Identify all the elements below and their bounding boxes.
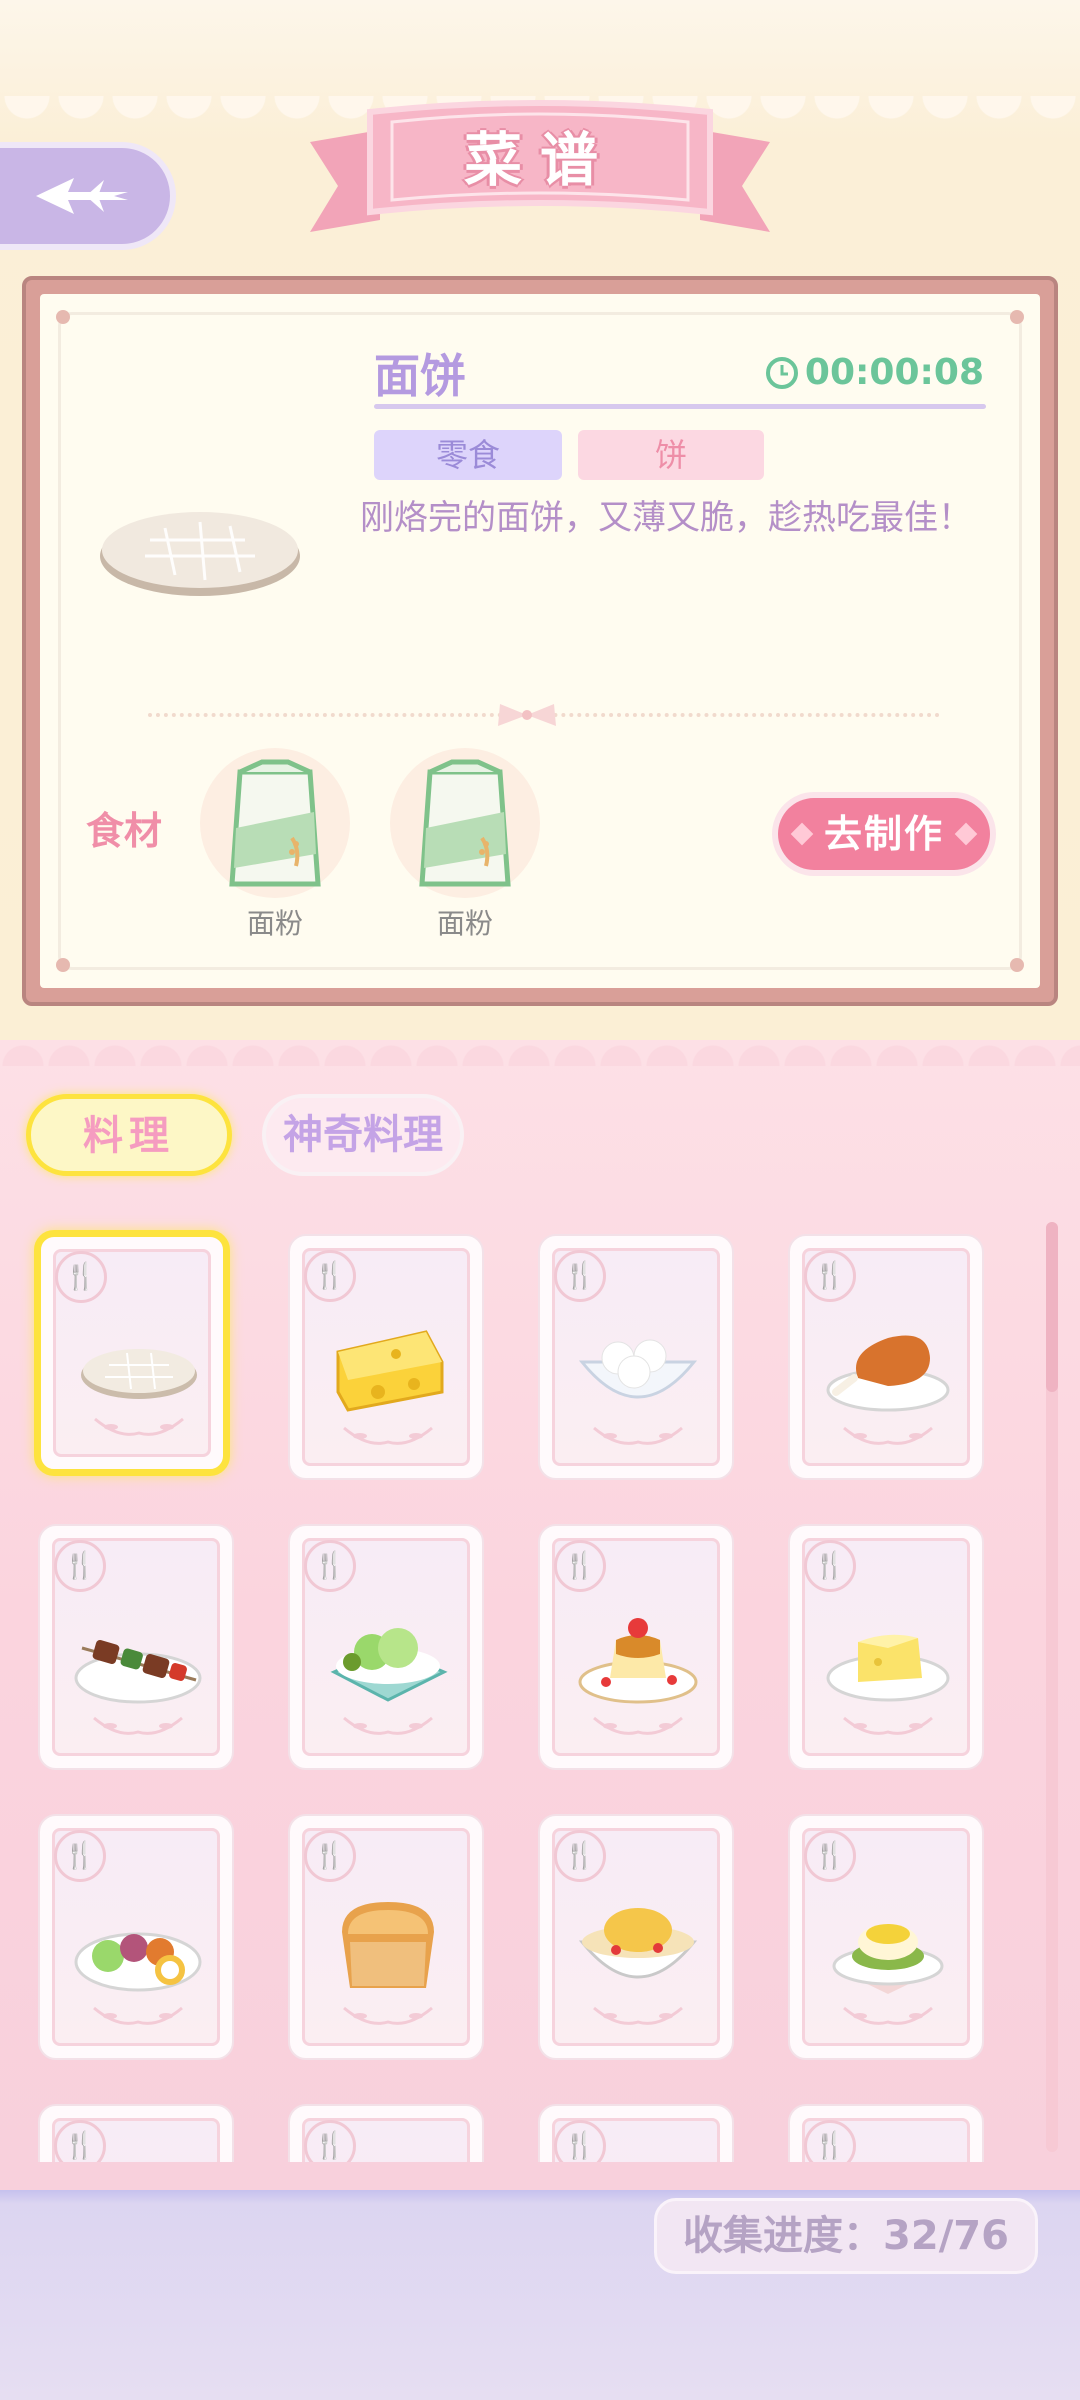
mixed-salad-icon — [74, 1932, 202, 1992]
recipe-card[interactable]: 🍴 — [538, 1814, 734, 2060]
cheese-icon — [336, 1330, 444, 1412]
dish-name: 面饼 — [374, 349, 466, 403]
laurel-icon — [593, 1426, 683, 1445]
make-button[interactable]: 去制作 — [778, 798, 990, 870]
recipe-card[interactable]: 🍴 — [288, 1234, 484, 1480]
laurel-icon — [593, 2006, 683, 2025]
tab-cuisine[interactable]: 料理 — [26, 1094, 232, 1176]
collection-progress: 收集进度：32/76 — [654, 2198, 1038, 2274]
clock-icon — [765, 356, 798, 389]
recipe-card[interactable]: 🍴 — [788, 1524, 984, 1770]
laurel-icon — [843, 1716, 933, 1735]
panel-corner-dot — [56, 310, 70, 324]
tab-magic-cuisine[interactable]: 神奇料理 — [262, 1094, 464, 1176]
flour-bag-icon — [419, 759, 511, 887]
recipe-card[interactable]: 🍴 — [538, 1524, 734, 1770]
laurel-icon — [93, 1716, 183, 1735]
panel-corner-dot — [56, 958, 70, 972]
recipe-card[interactable]: 🍴 — [38, 2104, 234, 2162]
laurel-icon — [843, 2006, 933, 2025]
recipe-card[interactable]: 🍴 — [288, 2104, 484, 2162]
ingredient-item[interactable]: 面粉 — [390, 748, 540, 948]
kebab-icon — [74, 1640, 202, 1704]
scrollbar-thumb[interactable] — [1046, 1222, 1058, 1392]
ingredient-item[interactable]: 面粉 — [200, 748, 350, 948]
recipe-grid: 🍴 🍴 🍴 🍴 🍴 🍴 🍴 🍴 🍴 🍴 🍴 🍴 🍴 🍴 🍴 🍴 — [0, 1210, 1040, 2162]
recipe-card[interactable]: 🍴 — [34, 1230, 230, 1476]
recipe-card[interactable]: 🍴 — [288, 1814, 484, 2060]
panel-corner-dot — [1010, 310, 1024, 324]
laurel-icon — [343, 1426, 433, 1445]
back-button[interactable] — [0, 142, 176, 250]
chicken-soup-icon — [578, 1908, 698, 1979]
recipe-card[interactable]: 🍴 — [538, 1234, 734, 1480]
laurel-icon — [343, 1716, 433, 1735]
pudding-icon — [578, 1618, 698, 1704]
bread-loaf-icon — [342, 1902, 434, 1988]
name-underline — [374, 404, 986, 409]
laurel-icon — [343, 2006, 433, 2025]
title-ribbon: 菜谱 — [310, 100, 770, 250]
recipe-card[interactable]: 🍴 — [788, 1814, 984, 2060]
lace-border — [0, 1030, 1080, 1066]
back-arrow-icon — [36, 178, 128, 214]
flatbread-icon — [100, 512, 300, 596]
eggs-benedict-icon — [832, 1924, 944, 1994]
dish-description: 刚烙完的面饼，又薄又脆，趁热吃最佳！ — [360, 498, 972, 538]
recipe-card[interactable]: 🍴 — [538, 2104, 734, 2162]
ingredient-name: 面粉 — [246, 907, 303, 940]
laurel-icon — [843, 1426, 933, 1445]
recipe-card[interactable]: 🍴 — [38, 1814, 234, 2060]
flour-bag-icon — [229, 759, 321, 887]
tag-category: 零食 — [374, 430, 562, 480]
flatbread-icon — [81, 1349, 197, 1399]
laurel-icon — [93, 2006, 183, 2025]
recipe-card[interactable]: 🍴 — [288, 1524, 484, 1770]
ingredients-label: 食材 — [86, 809, 163, 853]
roast-drumstick-icon — [826, 1335, 950, 1412]
recipe-card[interactable]: 🍴 — [38, 1524, 234, 1770]
cook-timer: 00:00:08 — [765, 352, 984, 393]
bow-icon — [498, 704, 556, 726]
panel-corner-dot — [1010, 958, 1024, 972]
tag-type: 饼 — [578, 430, 764, 480]
timer-value: 00:00:08 — [804, 352, 984, 393]
salad-icon — [330, 1628, 448, 1702]
laurel-icon — [593, 1716, 683, 1735]
rice-balls-bowl-icon — [578, 1339, 698, 1399]
ingredient-name: 面粉 — [436, 907, 493, 940]
recipe-card[interactable]: 🍴 — [788, 2104, 984, 2162]
page-title: 菜谱 — [463, 126, 616, 194]
cheese-omelette-icon — [826, 1634, 950, 1702]
recipe-card[interactable]: 🍴 — [788, 1234, 984, 1480]
